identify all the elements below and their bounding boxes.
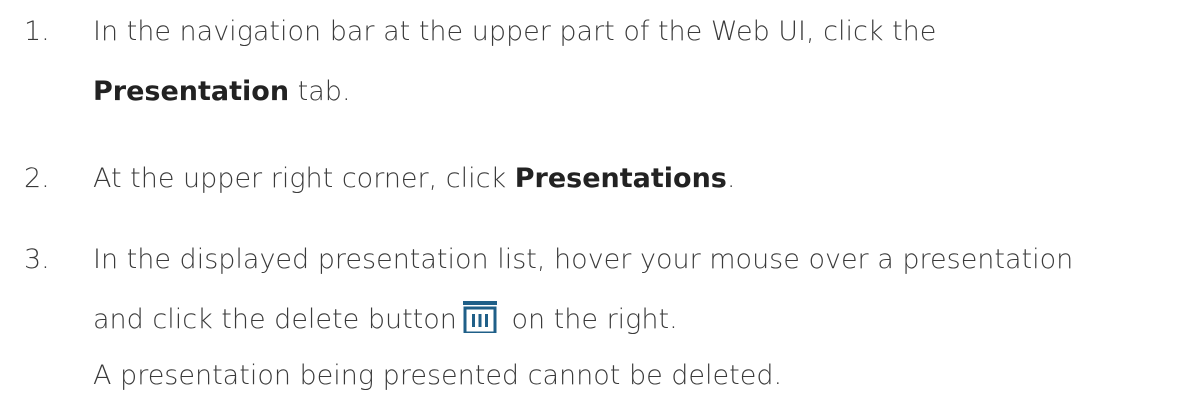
step-text: In the displayed presentation list, hove…: [93, 230, 1193, 406]
presentation-tab-label: Presentation: [93, 76, 290, 107]
step-text-suffix: .: [726, 163, 736, 194]
step-text-suffix: tab.: [289, 76, 351, 107]
step-line: Presentation tab.: [93, 62, 1193, 122]
presentations-button-label: Presentations: [514, 163, 727, 194]
step-text: At the upper right corner, click Present…: [93, 149, 1193, 209]
step-number: 2.: [24, 163, 50, 194]
step-note: A presentation being presented cannot be…: [93, 360, 783, 391]
step-line: At the upper right corner, click Present…: [93, 149, 1193, 209]
step-text-prefix: At the upper right corner, click: [93, 163, 515, 194]
step-line: In the navigation bar at the upper part …: [93, 16, 937, 47]
step-text-suffix: on the right.: [502, 304, 678, 335]
instruction-steps: 1. In the navigation bar at the upper pa…: [0, 0, 1197, 403]
step-text: In the navigation bar at the upper part …: [93, 2, 1193, 122]
step-line: and click the delete button on the right…: [93, 290, 1193, 350]
step-number: 1.: [24, 16, 50, 47]
step-text-prefix: and click the delete button: [93, 304, 457, 335]
step-number: 3.: [24, 244, 50, 275]
step-line: In the displayed presentation list, hove…: [93, 244, 1074, 275]
trash-can-icon: [462, 295, 497, 335]
